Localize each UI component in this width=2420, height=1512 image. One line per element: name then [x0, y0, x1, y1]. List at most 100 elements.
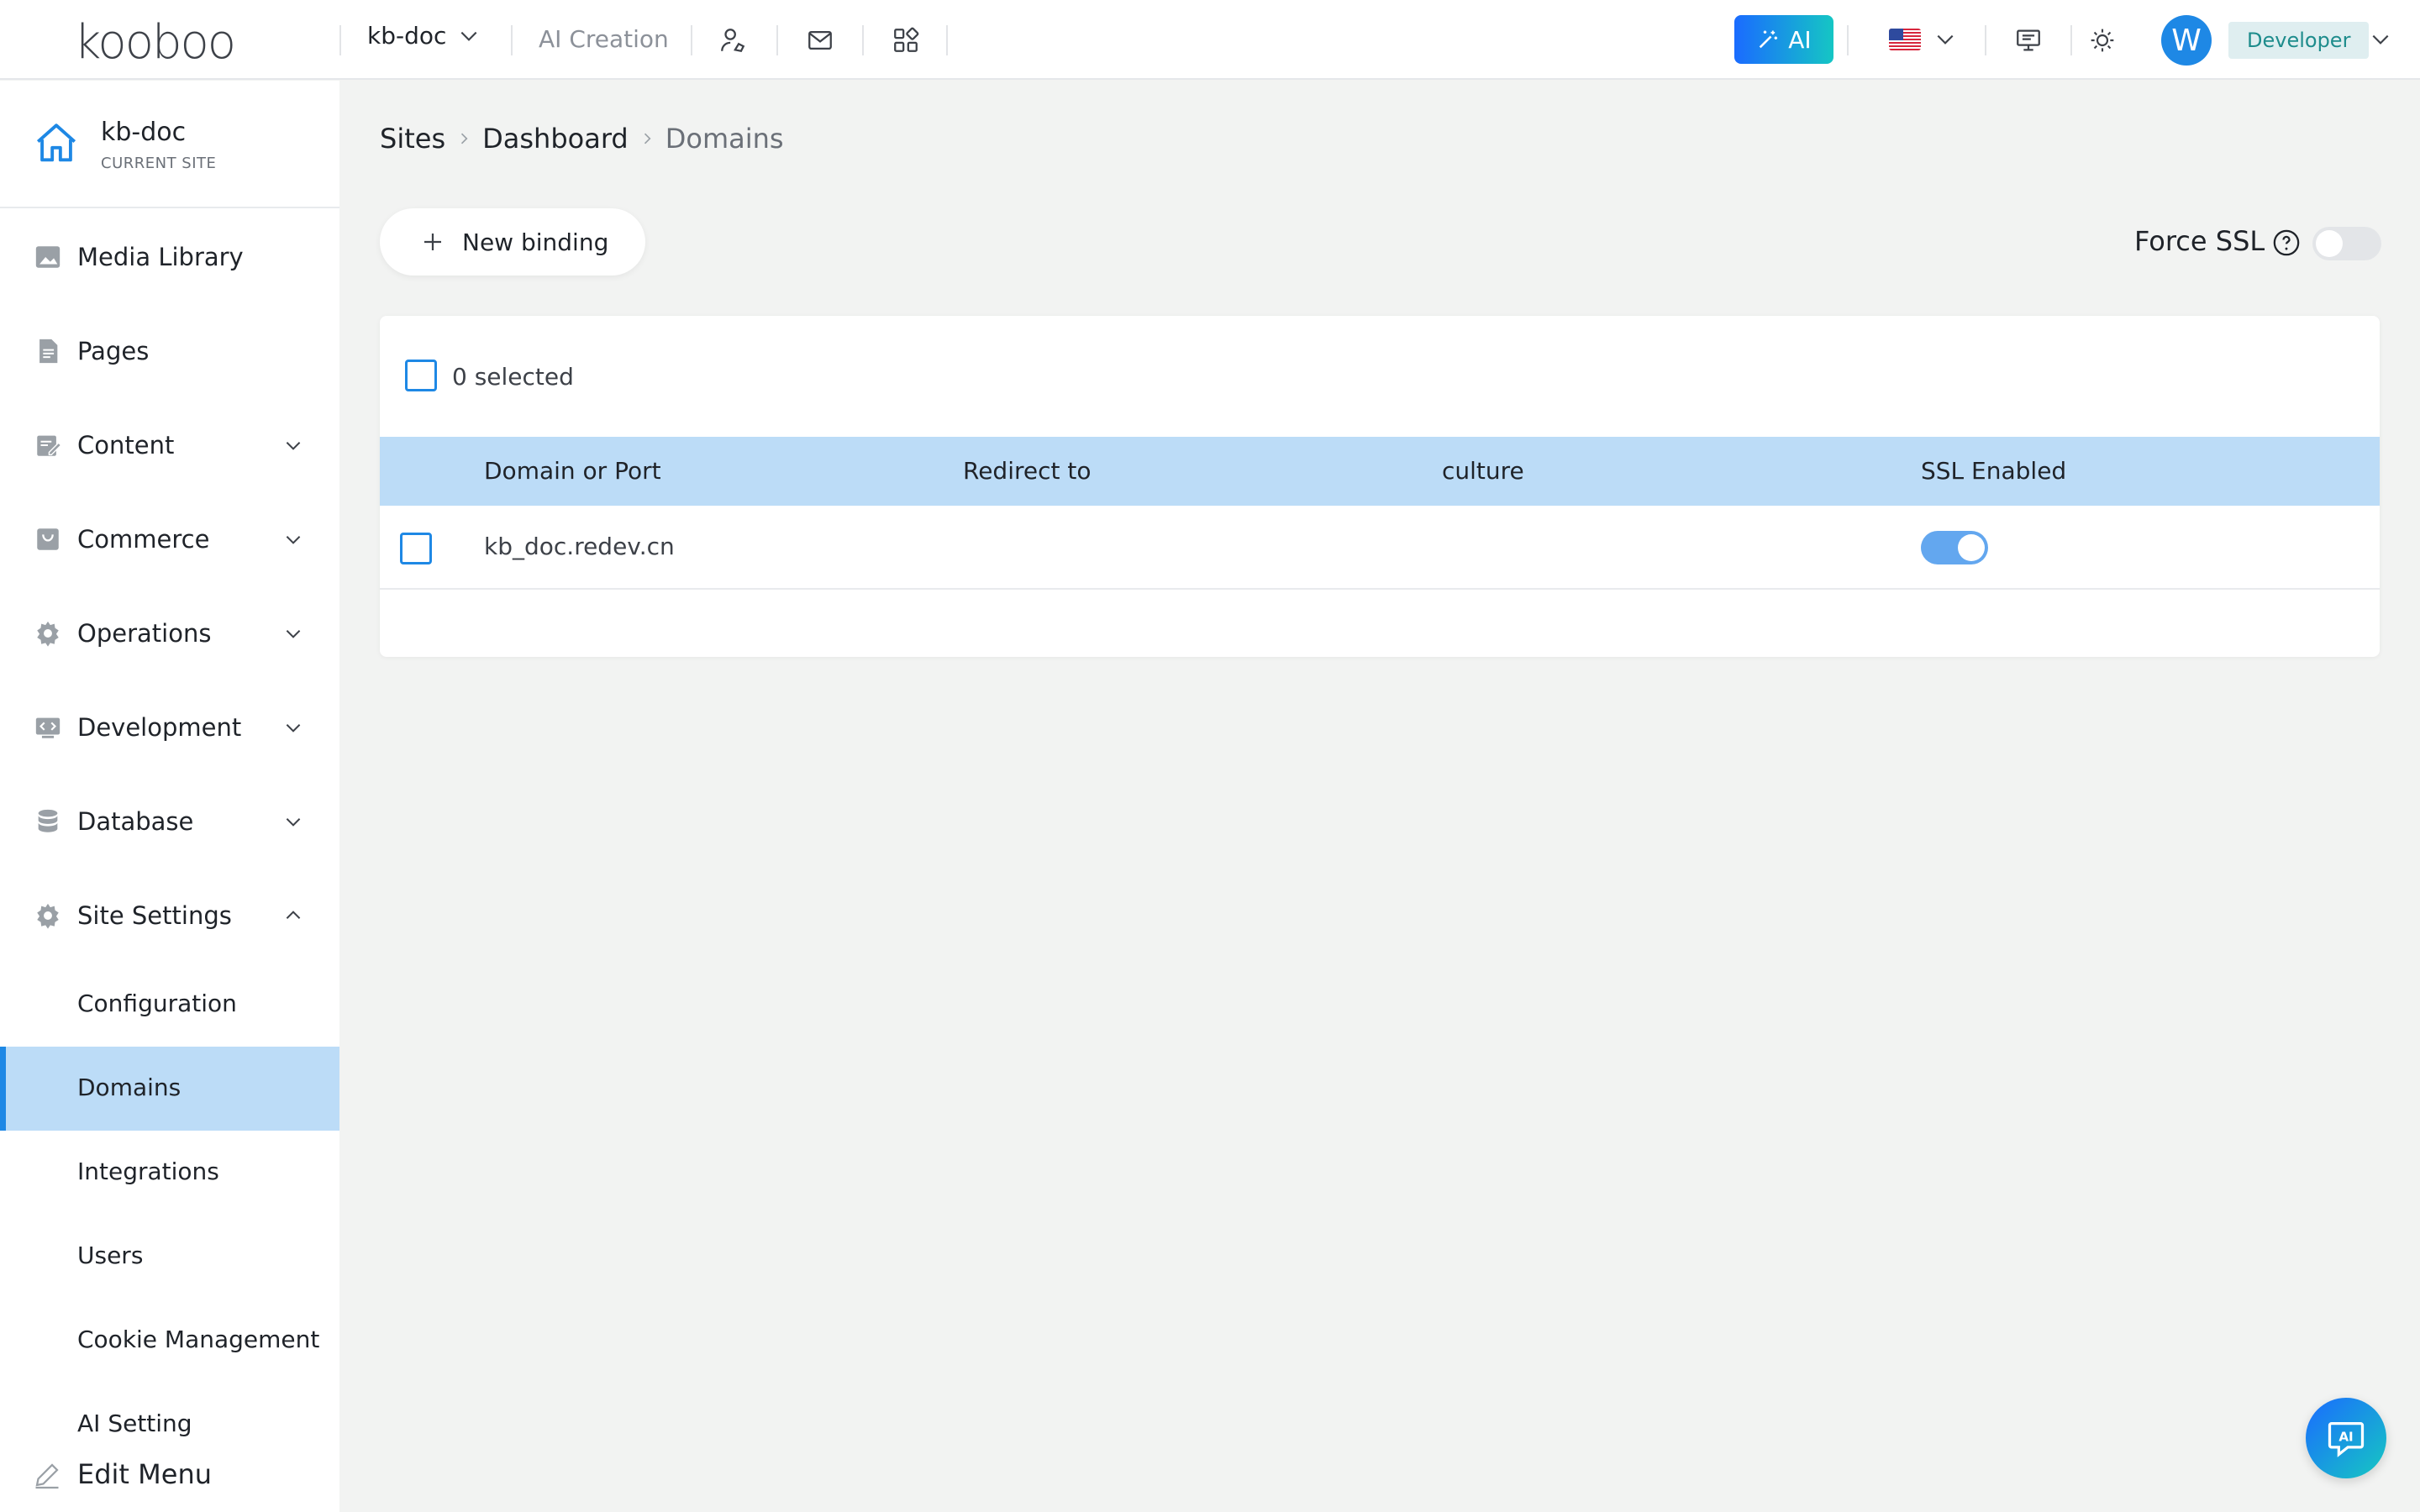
breadcrumb-sites[interactable]: Sites [380, 123, 445, 155]
table-row[interactable]: kb_doc.redev.cn [380, 506, 2380, 590]
new-binding-button[interactable]: New binding [380, 208, 645, 276]
sidebar-subitem-configuration[interactable]: Configuration [0, 963, 339, 1047]
ai-button[interactable]: AI [1734, 15, 1833, 64]
magic-wand-icon [1760, 30, 1778, 49]
sidebar-item-label: Site Settings [77, 901, 232, 930]
code-icon [35, 717, 60, 738]
sidebar-item-label: Pages [77, 337, 150, 365]
sidebar-subitem-cookie-management[interactable]: Cookie Management [0, 1299, 339, 1383]
sidebar-item-media-library[interactable]: Media Library [0, 215, 339, 299]
sidebar-item-pages[interactable]: Pages [0, 309, 339, 393]
chevron-down-icon [286, 442, 301, 450]
chevron-down-icon [460, 31, 477, 41]
ai-chat-icon: AI [2328, 1422, 2365, 1457]
sidebar-item-label: Commerce [77, 525, 210, 554]
role-badge[interactable]: Developer [2228, 22, 2370, 59]
home-icon [36, 123, 76, 162]
avatar[interactable]: W [2161, 15, 2212, 66]
ai-creation-link[interactable]: AI Creation [539, 25, 669, 53]
database-icon [38, 809, 58, 832]
sidebar-item-label: Development [77, 713, 242, 742]
gear-icon [37, 903, 59, 929]
sidebar: kb-doc CURRENT SITE Media Library Pages … [0, 81, 339, 1512]
sidebar-subitem-label: Users [77, 1242, 144, 1269]
selected-count: 0 selected [452, 363, 574, 391]
divider [691, 25, 692, 55]
column-header-redirect: Redirect to [963, 457, 1092, 485]
sidebar-subitem-label: Domains [77, 1074, 182, 1101]
site-selector-label: kb-doc [367, 22, 447, 50]
apps-grid-icon[interactable] [889, 24, 923, 57]
chevron-right-icon [629, 130, 666, 147]
edit-menu-button[interactable]: Edit Menu [0, 1438, 339, 1512]
ssl-enabled-toggle[interactable] [1921, 531, 1988, 564]
chevron-down-icon [286, 818, 301, 827]
sidebar-subitem-domains[interactable]: Domains [0, 1047, 339, 1131]
sidebar-subitem-users[interactable]: Users [0, 1215, 339, 1299]
new-binding-label: New binding [462, 228, 609, 256]
divider [776, 25, 778, 55]
chevron-down-icon[interactable] [1934, 29, 1956, 50]
sidebar-item-database[interactable]: Database [0, 780, 339, 864]
current-site-label: CURRENT SITE [101, 155, 217, 172]
content-icon [37, 435, 62, 456]
chevron-down-icon [286, 630, 301, 638]
ai-assistant-button[interactable]: AI [2306, 1398, 2386, 1478]
divider [339, 25, 341, 55]
chevron-up-icon [286, 911, 301, 919]
chevron-right-icon [445, 130, 482, 147]
divider [1847, 25, 1849, 55]
column-header-ssl-enabled: SSL Enabled [1921, 457, 2067, 485]
table-header: Domain or Port Redirect to culture SSL E… [380, 437, 2380, 506]
bag-icon [37, 528, 59, 550]
current-site-name: kb-doc [101, 118, 187, 147]
sidebar-item-commerce[interactable]: Commerce [0, 497, 339, 581]
presentation-icon[interactable] [2012, 24, 2045, 57]
divider [862, 25, 864, 55]
sidebar-subitem-label: Integrations [77, 1158, 219, 1185]
chevron-down-icon [286, 536, 301, 544]
us-flag-icon[interactable] [1889, 29, 1921, 50]
chevron-down-icon[interactable] [2370, 29, 2391, 50]
mail-icon[interactable] [803, 24, 837, 57]
sidebar-subitem-integrations[interactable]: Integrations [0, 1131, 339, 1215]
toggle-knob [1958, 534, 1985, 561]
breadcrumb: Sites Dashboard Domains [380, 123, 784, 155]
divider [511, 25, 513, 55]
sidebar-item-site-settings[interactable]: Site Settings [0, 874, 339, 958]
column-header-domain: Domain or Port [484, 457, 661, 485]
divider [1985, 25, 1986, 55]
sun-icon[interactable] [2086, 24, 2119, 57]
sidebar-item-label: Database [77, 807, 194, 836]
page-icon [39, 339, 58, 364]
breadcrumb-domains: Domains [665, 123, 784, 155]
divider [2070, 25, 2072, 55]
sidebar-item-operations[interactable]: Operations [0, 591, 339, 675]
row-checkbox[interactable] [400, 533, 432, 564]
sidebar-subitem-label: Configuration [77, 990, 237, 1017]
domains-table-card: 0 selected Domain or Port Redirect to cu… [380, 316, 2380, 657]
chevron-down-icon [286, 724, 301, 732]
user-hand-icon[interactable] [716, 24, 750, 57]
help-icon[interactable] [2272, 228, 2301, 257]
sidebar-item-content[interactable]: Content [0, 403, 339, 487]
sidebar-item-development[interactable]: Development [0, 685, 339, 769]
ai-button-label: AI [1788, 25, 1812, 54]
top-bar: kooboo kb-doc AI Creation AI W Developer [0, 0, 2420, 80]
plus-icon [424, 234, 441, 250]
toggle-knob [2316, 230, 2343, 257]
breadcrumb-dashboard[interactable]: Dashboard [482, 123, 629, 155]
kooboo-logo[interactable]: kooboo [74, 15, 236, 70]
sidebar-subitem-label: AI Setting [77, 1410, 192, 1437]
force-ssl-toggle[interactable] [2312, 227, 2381, 260]
edit-menu-label: Edit Menu [77, 1458, 212, 1490]
sidebar-item-label: Content [77, 431, 175, 459]
domain-cell: kb_doc.redev.cn [484, 533, 675, 560]
select-all-checkbox[interactable] [405, 360, 437, 391]
force-ssl-label: Force SSL [2134, 225, 2265, 257]
current-site-header[interactable]: kb-doc CURRENT SITE [0, 81, 339, 208]
site-selector[interactable]: kb-doc [367, 22, 480, 50]
sidebar-subitem-label: Cookie Management [77, 1326, 320, 1353]
column-header-culture: culture [1442, 457, 1524, 485]
image-icon [35, 246, 60, 268]
